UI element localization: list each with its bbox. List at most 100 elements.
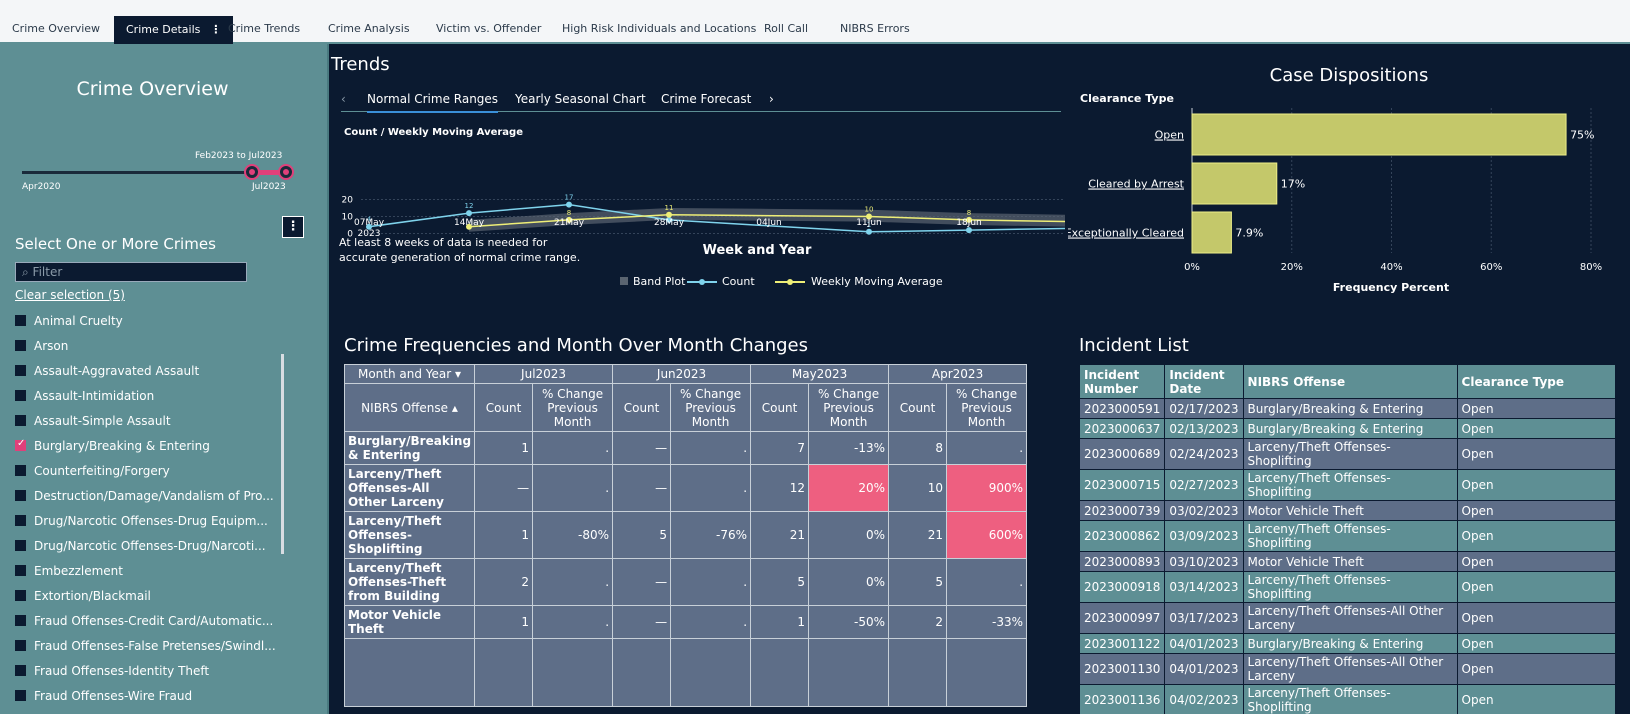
crime-option[interactable]: Fraud Offenses-Credit Card/Automatic... <box>15 608 277 633</box>
data-label: 8 <box>967 209 971 217</box>
incident-cell: Open <box>1456 684 1616 714</box>
table-row[interactable]: 2023001130 04/01/2023 Larceny/Theft Offens… <box>1078 653 1616 685</box>
checkbox[interactable] <box>15 365 26 376</box>
table-row[interactable]: 2023001122 04/01/2023 Burglary/Breaking & … <box>1078 633 1616 654</box>
select-crimes-label: Select One or More Crimes <box>15 235 216 253</box>
data-label: 12 <box>465 202 474 210</box>
value-label: 7.9% <box>1235 227 1263 240</box>
crime-option[interactable]: Assault-Intimidation <box>15 383 277 408</box>
slider-end-handle[interactable] <box>278 164 294 180</box>
month-header: Apr2023 <box>888 364 1028 384</box>
value-cell: 5 <box>750 558 810 606</box>
clear-selection-link[interactable]: Clear selection (5) <box>15 288 125 302</box>
tab-high-risk[interactable]: High Risk Individuals and Locations <box>550 14 768 44</box>
checkbox[interactable] <box>15 540 26 551</box>
crime-option[interactable]: Counterfeiting/Forgery <box>15 458 277 483</box>
table-row[interactable]: 2023000715 02/27/2023 Larceny/Theft Offens… <box>1078 469 1616 501</box>
filter-input[interactable]: ⌕ Filter <box>15 262 247 282</box>
tab-victim-vs-offender[interactable]: Victim vs. Offender <box>424 14 553 44</box>
incident-cell: Motor Vehicle Theft <box>1242 551 1458 572</box>
tab-crime-analysis[interactable]: Crime Analysis <box>316 14 422 44</box>
checkbox[interactable] <box>15 665 26 676</box>
tab-crime-trends[interactable]: Crime Trends <box>216 14 312 44</box>
checkbox[interactable] <box>15 640 26 651</box>
incident-table: Incident Number Incident Date NIBRS Offens… <box>1078 364 1616 714</box>
tab-nibrs-errors[interactable]: NIBRS Errors <box>828 14 922 44</box>
checkbox[interactable] <box>15 515 26 526</box>
crime-option[interactable]: Drug/Narcotic Offenses-Drug/Narcoti... <box>15 533 277 558</box>
crime-option[interactable]: Assault-Simple Assault <box>15 408 277 433</box>
checkbox[interactable] <box>15 690 26 701</box>
nibrs-offense-header[interactable]: NIBRS Offense <box>1242 364 1458 399</box>
value-cell: 0% <box>808 511 890 559</box>
checkbox[interactable] <box>15 490 26 501</box>
value-cell: -80% <box>532 511 614 559</box>
table-row[interactable]: 2023000689 02/24/2023 Larceny/Theft Offens… <box>1078 438 1616 470</box>
crime-list-scrollbar[interactable] <box>281 354 284 554</box>
incident-date-header[interactable]: Incident Date <box>1164 364 1244 399</box>
change-header: % Change Previous Month <box>946 383 1028 432</box>
crime-option[interactable]: Arson <box>15 333 277 358</box>
crime-option[interactable]: Drug/Narcotic Offenses-Drug Equipm... <box>15 508 277 533</box>
value-cell: 21 <box>750 511 810 559</box>
checkbox[interactable] <box>15 615 26 626</box>
frequencies-table: Month and Year ▾ Jul2023 Jun2023 May2023 Apr… <box>343 364 1028 707</box>
x-axis-label: Week and Year <box>703 243 812 258</box>
tab-crime-overview[interactable]: Crime Overview <box>0 14 112 44</box>
checkbox[interactable] <box>15 315 26 326</box>
incident-cell: Burglary/Breaking & Entering <box>1242 398 1458 419</box>
value-cell: 21 <box>888 511 948 559</box>
crime-option[interactable]: Fraud Offenses-False Pretenses/Swindl... <box>15 633 277 658</box>
x-tick-label: 20% <box>1281 262 1303 273</box>
incident-cell: Open <box>1456 438 1616 470</box>
clearance-type-header[interactable]: Clearance Type <box>1456 364 1616 399</box>
table-row[interactable]: 2023000637 02/13/2023 Burglary/Breaking & … <box>1078 418 1616 439</box>
table-row[interactable]: 2023000739 03/02/2023 Motor Vehicle Theft O… <box>1078 500 1616 521</box>
crime-option[interactable]: Extortion/Blackmail <box>15 583 277 608</box>
value-cell: 1 <box>474 605 534 639</box>
table-row[interactable]: 2023000893 03/10/2023 Motor Vehicle Theft O… <box>1078 551 1616 572</box>
crime-option[interactable]: Assault-Aggravated Assault <box>15 358 277 383</box>
value-cell: 900% <box>946 464 1028 512</box>
checkbox[interactable] <box>15 340 26 351</box>
table-row[interactable]: 2023000918 03/14/2023 Larceny/Theft Offens… <box>1078 571 1616 603</box>
table-row[interactable]: 2023000591 02/17/2023 Burglary/Breaking & … <box>1078 398 1616 419</box>
checkbox[interactable] <box>15 415 26 426</box>
count-header: Count <box>750 383 810 432</box>
offense-cell: Motor Vehicle Theft <box>343 605 476 639</box>
table-row[interactable]: 2023000862 03/09/2023 Larceny/Theft Offens… <box>1078 520 1616 552</box>
checkbox[interactable] <box>15 465 26 476</box>
table-row[interactable]: 2023001136 04/02/2023 Larceny/Theft Offens… <box>1078 684 1616 714</box>
value-cell: 600% <box>946 511 1028 559</box>
y-tick-label: 20 <box>342 196 354 206</box>
more-options-icon[interactable]: ⋮ <box>282 216 304 238</box>
offense-header[interactable]: NIBRS Offense ▴ <box>343 383 476 432</box>
slider-start-handle[interactable] <box>244 164 260 180</box>
incident-cell: 2023000997 <box>1078 602 1166 634</box>
crime-option[interactable]: Fraud Offenses-Wire Fraud <box>15 683 277 708</box>
trends-panel: Trends ‹ Normal Crime Ranges Yearly Seas… <box>331 46 1065 311</box>
value-cell: . <box>532 431 614 465</box>
crime-option[interactable]: Animal Cruelty <box>15 308 277 333</box>
incident-number-header[interactable]: Incident Number <box>1078 364 1166 399</box>
crime-option[interactable]: Burglary/Breaking & Entering <box>15 433 277 458</box>
table-row[interactable]: 2023000997 03/17/2023 Larceny/Theft Offens… <box>1078 602 1616 634</box>
slider-min-label: Apr2020 <box>22 182 61 192</box>
change-header: % Change Previous Month <box>808 383 890 432</box>
value-cell: -50% <box>808 605 890 639</box>
month-year-header[interactable]: Month and Year ▾ <box>343 364 476 384</box>
crime-option[interactable]: Fraud Offenses-Identity Theft <box>15 658 277 683</box>
x-tick-label: 60% <box>1480 262 1502 273</box>
crime-option[interactable]: Embezzlement <box>15 558 277 583</box>
crime-option[interactable]: Destruction/Damage/Vandalism of Pro... <box>15 483 277 508</box>
category-label[interactable]: Cleared by Arrest <box>1088 178 1184 191</box>
category-label[interactable]: Open <box>1155 129 1184 142</box>
crime-option-label: Destruction/Damage/Vandalism of Pro... <box>34 488 274 503</box>
checkbox[interactable] <box>15 590 26 601</box>
incident-cell: 2023000862 <box>1078 520 1166 552</box>
category-label[interactable]: Exceptionally Cleared <box>1068 227 1184 240</box>
checkbox[interactable] <box>15 565 26 576</box>
checkbox[interactable] <box>15 390 26 401</box>
tab-roll-call[interactable]: Roll Call <box>752 14 820 44</box>
checkbox[interactable] <box>15 438 26 451</box>
